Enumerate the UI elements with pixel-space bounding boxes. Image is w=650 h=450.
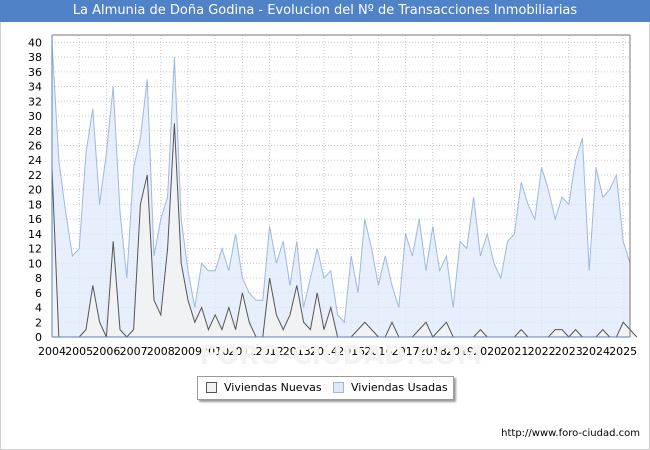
y-tick-label: 30 — [28, 110, 42, 123]
y-tick-label: 34 — [28, 81, 42, 94]
y-tick-label: 6 — [35, 287, 42, 300]
legend-swatch-nuevas — [206, 382, 217, 393]
x-tick-label: 2023 — [555, 345, 583, 358]
x-tick-label: 2024 — [582, 345, 610, 358]
x-tick-label: 2006 — [92, 345, 120, 358]
x-tick-label: 2021 — [500, 345, 528, 358]
y-tick-label: 26 — [28, 139, 42, 152]
x-tick-label: 2005 — [65, 345, 93, 358]
legend-swatch-usadas — [333, 382, 344, 393]
x-tick-label: 2022 — [528, 345, 556, 358]
y-tick-label: 24 — [28, 154, 42, 167]
y-tick-label: 12 — [28, 243, 42, 256]
y-tick-label: 8 — [35, 272, 42, 285]
y-tick-label: 38 — [28, 51, 42, 64]
x-tick-label: 2008 — [147, 345, 175, 358]
y-tick-label: 32 — [28, 95, 42, 108]
y-tick-label: 2 — [35, 316, 42, 329]
x-tick-label: 2025 — [609, 345, 637, 358]
legend: Viviendas Nuevas Viviendas Usadas — [197, 376, 454, 400]
watermark: FORO-CIUDAD.COM — [199, 341, 482, 371]
x-tick-label: 2007 — [120, 345, 148, 358]
y-tick-label: 0 — [35, 331, 42, 344]
y-tick-label: 16 — [28, 213, 42, 226]
legend-label-nuevas: Viviendas Nuevas — [224, 381, 322, 394]
source-url: http://www.foro-ciudad.com — [501, 428, 640, 439]
y-tick-label: 18 — [28, 198, 42, 211]
y-tick-label: 40 — [28, 36, 42, 49]
y-tick-label: 4 — [35, 302, 42, 315]
y-tick-label: 28 — [28, 125, 42, 138]
y-tick-label: 14 — [28, 228, 42, 241]
x-tick-label: 2004 — [38, 345, 66, 358]
y-tick-label: 22 — [28, 169, 42, 182]
y-tick-label: 36 — [28, 66, 42, 79]
x-tick-label: 2009 — [174, 345, 202, 358]
legend-label-usadas: Viviendas Usadas — [351, 381, 448, 394]
y-tick-label: 20 — [28, 184, 42, 197]
y-tick-label: 10 — [28, 257, 42, 270]
